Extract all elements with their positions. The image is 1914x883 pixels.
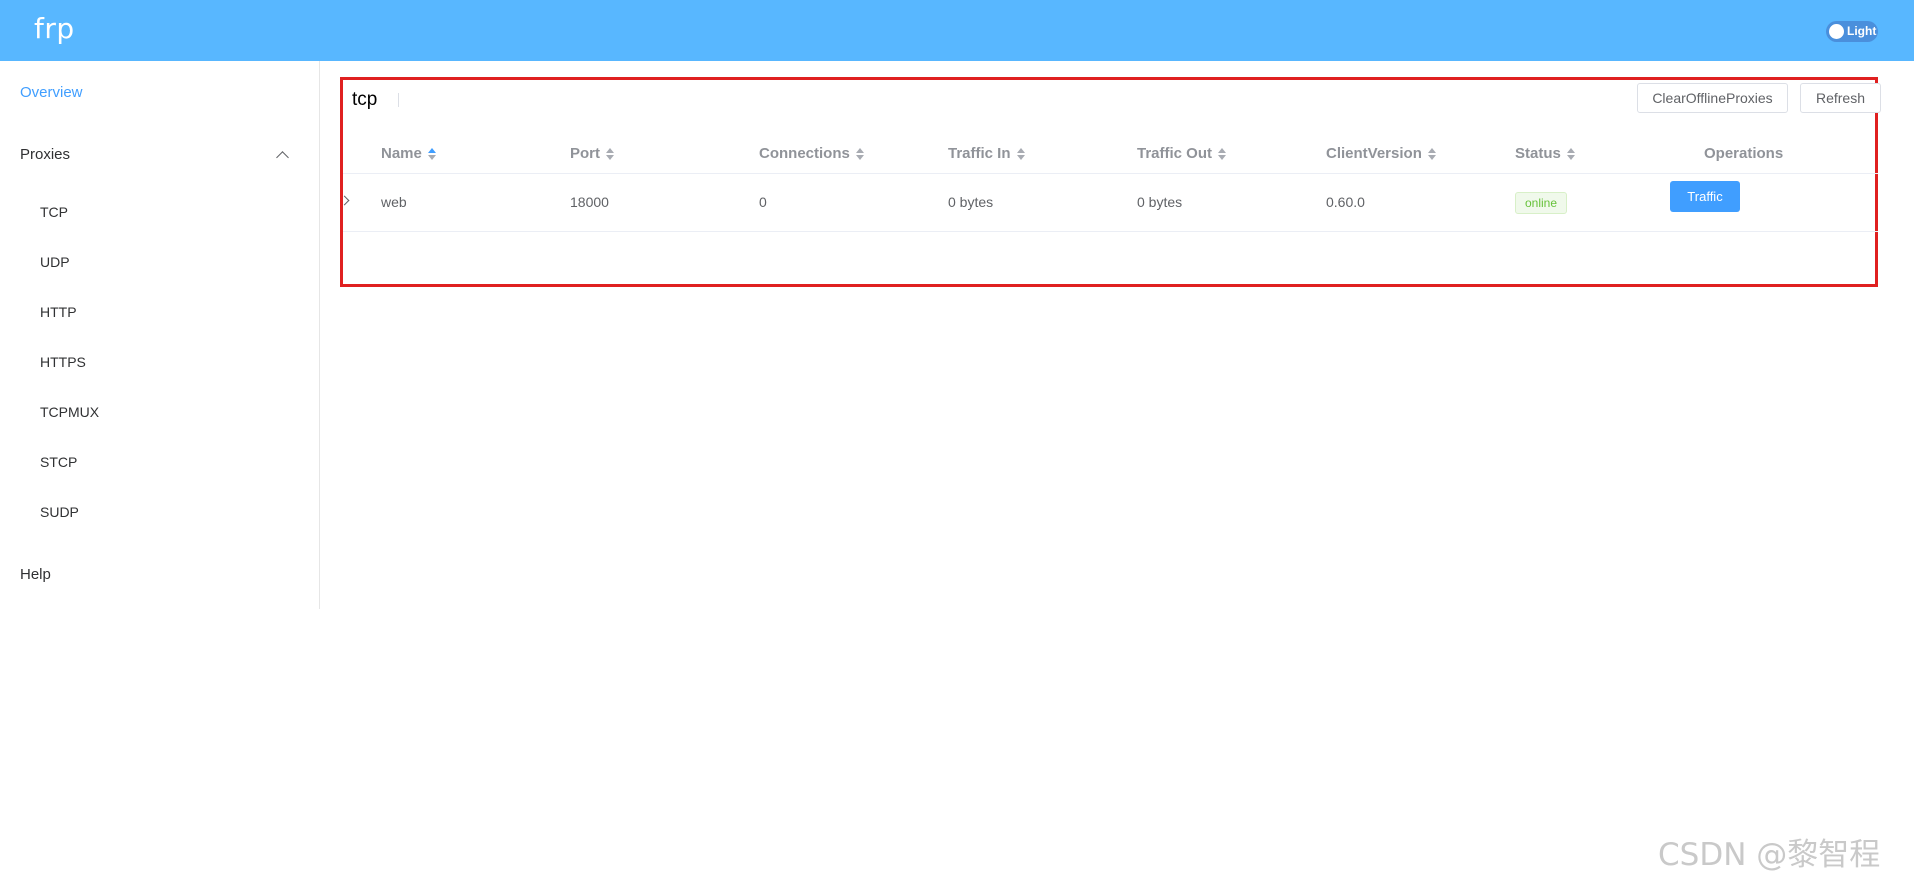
sidebar-item-stcp[interactable]: STCP: [40, 454, 77, 470]
sidebar-item-overview[interactable]: Overview: [20, 84, 83, 101]
theme-label: Light: [1847, 24, 1877, 38]
sidebar-item-udp[interactable]: UDP: [40, 254, 70, 270]
column-label: Port: [570, 145, 600, 162]
sidebar-item-http[interactable]: HTTP: [40, 304, 77, 320]
column-label: Operations: [1704, 145, 1784, 162]
sidebar-item-tcpmux[interactable]: TCPMUX: [40, 404, 99, 420]
top-header: frp Light: [0, 0, 1914, 61]
watermark: CSDN @黎智程: [1658, 837, 1881, 873]
sidebar-item-https[interactable]: HTTPS: [40, 354, 86, 370]
column-header-traffic-out[interactable]: Traffic Out: [1137, 145, 1227, 162]
toggle-knob-icon: [1829, 24, 1844, 39]
column-label: Traffic In: [948, 145, 1011, 162]
proxy-panel: tcp ClearOfflineProxies Refresh Name Por…: [339, 77, 1881, 287]
refresh-button[interactable]: Refresh: [1800, 83, 1881, 113]
sidebar-item-sudp[interactable]: SUDP: [40, 504, 79, 520]
status-badge: online: [1515, 192, 1568, 214]
sort-icon[interactable]: [1218, 147, 1227, 160]
row-divider: [343, 231, 1878, 232]
sidebar-item-tcp[interactable]: TCP: [40, 204, 68, 220]
cell-client-version: 0.60.0: [1326, 194, 1365, 210]
column-header-connections[interactable]: Connections: [759, 145, 864, 162]
column-header-status[interactable]: Status: [1515, 145, 1575, 162]
cell-traffic-in: 0 bytes: [948, 194, 994, 210]
sort-icon[interactable]: [1566, 147, 1575, 160]
sidebar: Overview Proxies TCP UDP HTTP HTTPS TCPM…: [0, 61, 320, 609]
column-label: Traffic Out: [1137, 145, 1213, 162]
column-header-client-version[interactable]: ClientVersion: [1326, 145, 1436, 162]
app-logo[interactable]: frp: [34, 12, 75, 45]
sidebar-item-proxies[interactable]: Proxies: [20, 146, 70, 163]
cell-port: 18000: [570, 194, 609, 210]
cell-connections: 0: [759, 194, 767, 210]
column-label: Status: [1515, 145, 1561, 162]
title-divider: [398, 93, 399, 107]
sort-icon[interactable]: [606, 147, 614, 160]
panel-title: tcp: [352, 89, 378, 110]
cell-name: web: [381, 194, 407, 210]
column-label: ClientVersion: [1326, 145, 1422, 162]
traffic-button[interactable]: Traffic: [1670, 181, 1740, 212]
sort-icon[interactable]: [1016, 147, 1025, 160]
sort-icon[interactable]: [1427, 147, 1436, 160]
column-header-traffic-in[interactable]: Traffic In: [948, 145, 1025, 162]
cell-traffic-out: 0 bytes: [1137, 194, 1183, 210]
sort-icon[interactable]: [855, 147, 864, 160]
sidebar-item-help[interactable]: Help: [20, 566, 51, 583]
column-header-operations: Operations: [1704, 145, 1783, 162]
column-label: Connections: [759, 145, 850, 162]
column-header-port[interactable]: Port: [570, 145, 614, 162]
header-divider: [343, 173, 1878, 174]
clear-offline-proxies-button[interactable]: ClearOfflineProxies: [1637, 83, 1788, 113]
chevron-up-icon[interactable]: [276, 151, 289, 164]
column-header-name[interactable]: Name: [381, 145, 436, 162]
theme-toggle[interactable]: Light: [1826, 21, 1878, 42]
column-label: Name: [381, 145, 422, 162]
sort-icon[interactable]: [427, 147, 436, 160]
expand-row-icon[interactable]: [339, 195, 350, 206]
